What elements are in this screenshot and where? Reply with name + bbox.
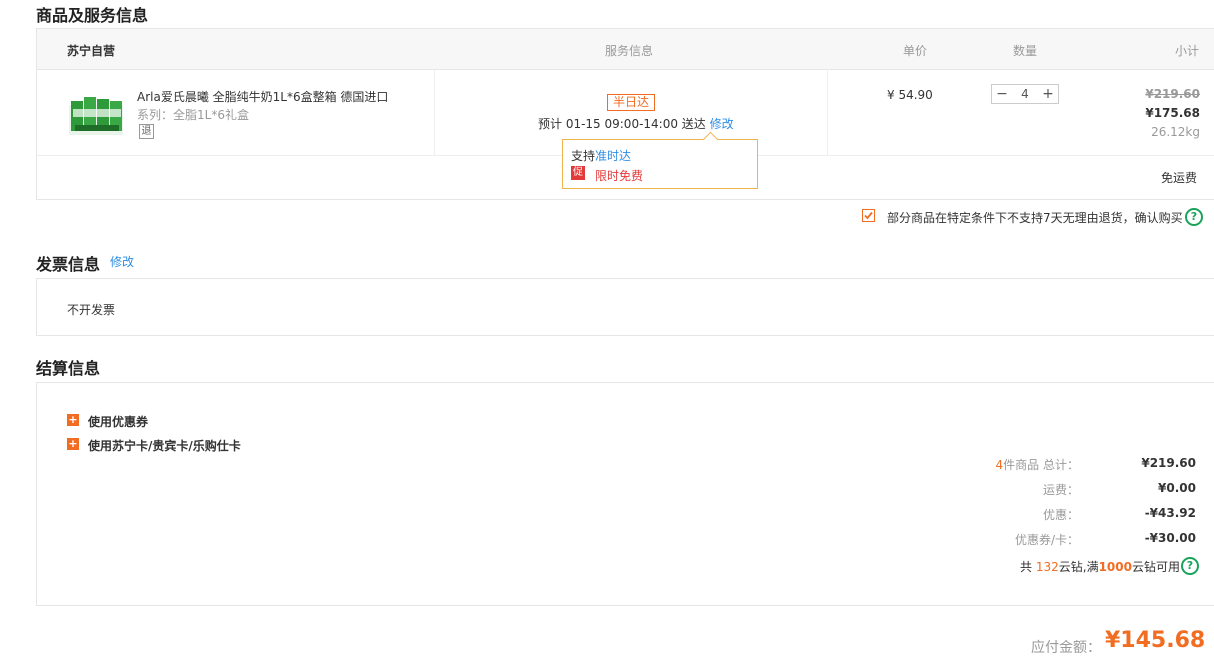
unit-price: ¥ 54.90 [887, 88, 933, 102]
on-time-link[interactable]: 准时达 [595, 149, 631, 163]
product-series: 系列：全脂1L*6礼盒 [137, 108, 249, 122]
invoice-edit-link[interactable]: 修改 [110, 253, 134, 270]
delivery-eta-text: 预计 01-15 09:00-14:00 送达 [538, 117, 706, 131]
service-tooltip: 支持准时达 促 限时免费 [562, 131, 758, 189]
diamond-mid: 云钻,满 [1058, 560, 1099, 574]
delivery-eta: 预计 01-15 09:00-14:00 送达 修改 [538, 115, 734, 132]
coupon-card-value: -¥30.00 [1144, 531, 1196, 545]
settle-box: + 使用优惠券 + 使用苏宁卡/贵宾卡/乐购仕卡 4件商品 总计： ¥219.6… [36, 382, 1214, 606]
promo-text: 限时免费 [595, 169, 644, 183]
original-subtotal: ¥219.60 [1145, 87, 1200, 101]
subtotal: ¥175.68 [1145, 106, 1200, 120]
promo-icon: 促 [571, 166, 585, 180]
coupon-card-label: 优惠券/卡： [1014, 533, 1079, 547]
product-image[interactable] [67, 91, 125, 139]
tooltip-prefix: 支持 [571, 149, 596, 163]
half-day-badge: 半日达 [607, 94, 656, 111]
diamond-post: 云钻可用 [1131, 560, 1180, 574]
diamond-pre: 共 [1020, 560, 1036, 574]
invoice-section-title: 发票信息 [36, 255, 101, 274]
card-expand-icon[interactable]: + [67, 438, 79, 450]
payable-label: 应付金额： [1031, 640, 1101, 656]
edit-delivery-link[interactable]: 修改 [710, 117, 734, 131]
cloud-diamond-info: 共 132云钻,满1000云钻可用 [917, 558, 1180, 575]
summary-total-label: 4件商品 总计： [857, 456, 1079, 473]
freight-label: 运费： [1042, 483, 1079, 497]
freight-value: ¥0.00 [1158, 481, 1196, 495]
diamond-count: 132 [1035, 560, 1059, 574]
payable-amount: ¥145.68 [1105, 628, 1206, 653]
quantity-input[interactable]: 4 [1014, 85, 1036, 103]
goods-section-title: 商品及服务信息 [36, 6, 149, 25]
increase-button[interactable]: + [1042, 85, 1054, 103]
use-card-toggle[interactable]: 使用苏宁卡/贵宾卡/乐购仕卡 [88, 437, 241, 454]
agreement-help-icon[interactable]: ? [1185, 208, 1203, 226]
store-name: 苏宁自营 [67, 44, 116, 58]
diamond-threshold: 1000 [1098, 560, 1132, 574]
product-name[interactable]: Arla爱氏晨曦 全脂纯牛奶1L*6盒整箱 德国进口 [137, 88, 388, 105]
discount-value: -¥43.92 [1144, 506, 1196, 520]
col-service-header: 服务信息 [605, 44, 654, 58]
col-subtotal-header: 小计 [1175, 44, 1200, 58]
divider [434, 69, 435, 155]
invoice-value: 不开发票 [67, 303, 116, 317]
col-price-header: 单价 [903, 44, 928, 58]
agreement-checkbox[interactable] [862, 209, 875, 222]
return-badge: 退 [139, 124, 154, 139]
item-count-label: 件商品 总计： [1003, 458, 1079, 472]
use-coupon-toggle[interactable]: 使用优惠券 [88, 413, 148, 430]
diamond-help-icon[interactable]: ? [1181, 557, 1199, 575]
decrease-button[interactable]: − [996, 85, 1008, 103]
invoice-box: 不开发票 [36, 278, 1214, 336]
discount-label: 优惠： [1042, 508, 1079, 522]
coupon-expand-icon[interactable]: + [67, 414, 79, 426]
settle-section-title: 结算信息 [36, 359, 101, 378]
agreement-text: 部分商品在特定条件下不支持7天无理由退货，确认购买 [887, 211, 1183, 225]
col-qty-header: 数量 [1013, 44, 1038, 58]
summary-total-value: ¥219.60 [1141, 456, 1196, 470]
table-header: 苏宁自营 服务信息 单价 数量 小计 [37, 29, 1214, 70]
shipping-label: 免运费 [1161, 171, 1198, 185]
divider [827, 69, 828, 155]
quantity-stepper[interactable]: − 4 + [991, 84, 1059, 104]
product-weight: 26.12kg [1151, 125, 1200, 139]
tooltip-support: 支持准时达 [571, 147, 631, 164]
